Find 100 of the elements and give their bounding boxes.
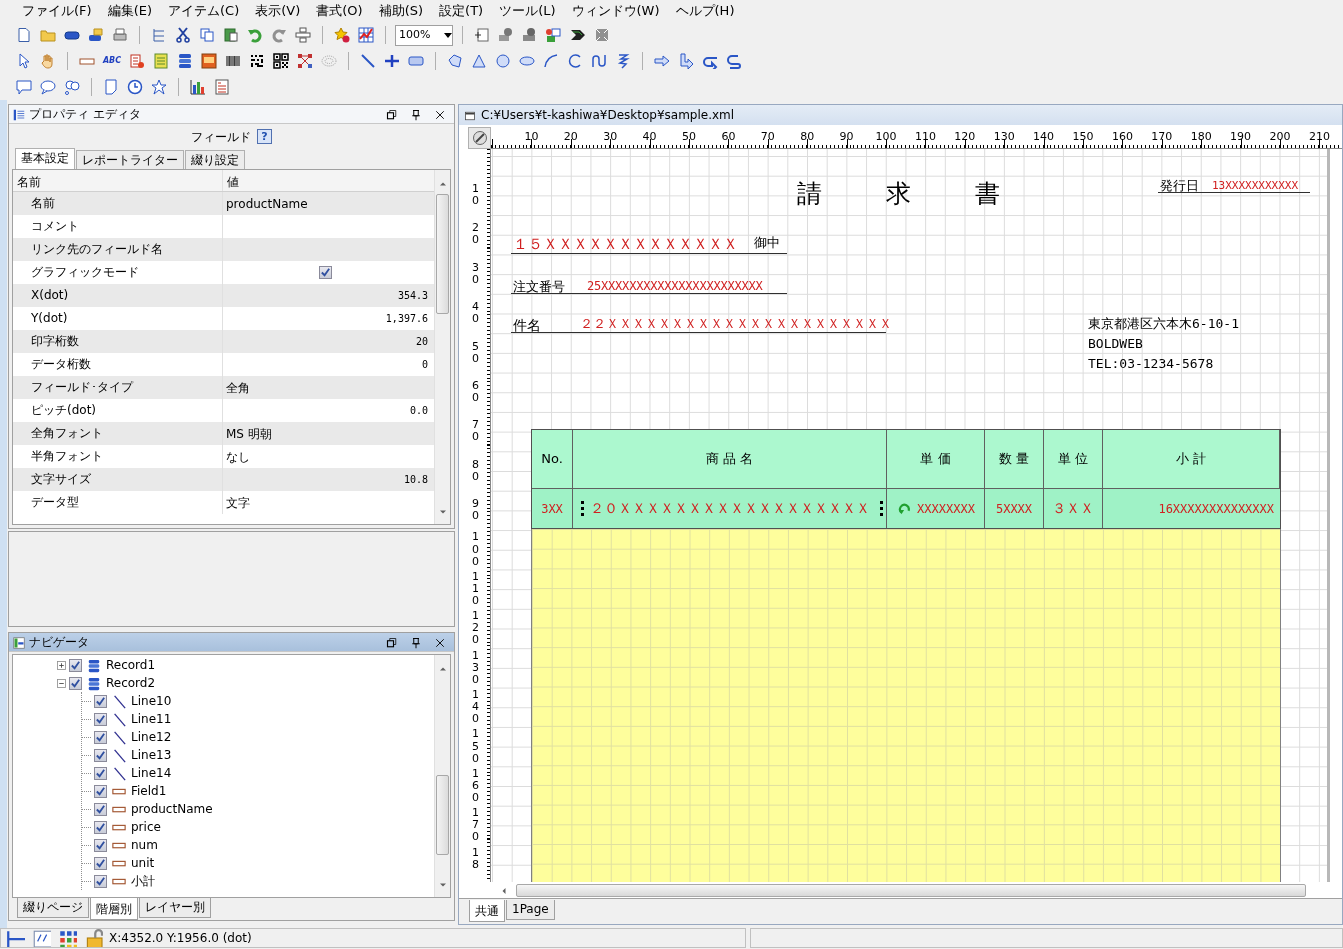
ruler-label: 60 <box>720 129 737 145</box>
checkbox[interactable] <box>69 658 82 672</box>
tree-item[interactable]: Line12 <box>131 728 172 746</box>
tree-item[interactable]: 小計 <box>131 872 155 890</box>
ruler-label: 90 <box>838 129 855 145</box>
tree-item[interactable]: num <box>131 836 158 854</box>
ruler-label: 110 <box>471 570 480 608</box>
menu-item[interactable]: ファイル(F) <box>14 1 100 21</box>
tab[interactable]: 綴り設定 <box>185 150 245 169</box>
copy-icon[interactable] <box>197 25 217 45</box>
bar-chart-icon[interactable] <box>188 77 208 97</box>
tree-item[interactable]: Line14 <box>131 764 172 782</box>
star-icon[interactable] <box>149 77 169 97</box>
tab[interactable]: 綴りページ <box>17 898 89 918</box>
checkbox[interactable] <box>94 838 107 852</box>
zoom-dropdown[interactable]: 100% <box>395 24 453 46</box>
cell-value: XXXXXXXX <box>917 500 975 518</box>
checkbox[interactable] <box>94 694 107 708</box>
speech-bubble-icon[interactable] <box>38 77 58 97</box>
speech-bubble-icon[interactable] <box>14 77 34 97</box>
checkbox[interactable] <box>94 748 107 762</box>
scrollbar-thumb[interactable] <box>516 883 1306 897</box>
tree-item[interactable]: Line10 <box>131 692 172 710</box>
placeholder-field: 13XXXXXXXXXXX <box>1212 178 1299 195</box>
tab[interactable]: 1Page <box>506 900 555 920</box>
ruler-label: 140 <box>471 689 480 726</box>
menu-item[interactable]: 編集(E) <box>99 1 160 21</box>
thought-bubble-icon[interactable] <box>62 77 82 97</box>
circle-icon[interactable] <box>493 51 513 71</box>
ruler-icon[interactable] <box>5 928 25 948</box>
checkbox[interactable] <box>94 856 107 870</box>
qr-code-icon[interactable] <box>271 51 291 71</box>
page-count-icon[interactable] <box>31 928 51 948</box>
network-icon[interactable] <box>295 51 315 71</box>
menu-item[interactable]: アイテム(C) <box>160 1 248 21</box>
checkbox[interactable] <box>94 874 107 888</box>
stack-icon[interactable] <box>293 25 313 45</box>
menu-item[interactable]: ウィンドウ(W) <box>563 1 668 21</box>
tab[interactable]: レポートライター <box>76 150 184 169</box>
checkbox[interactable] <box>94 730 107 744</box>
menu-item[interactable]: 表示(V) <box>247 1 309 21</box>
ruler-label: 40 <box>471 301 480 326</box>
ruler-label: 170 <box>471 807 480 844</box>
frame-icon[interactable] <box>472 25 492 45</box>
clock-icon[interactable] <box>125 77 145 97</box>
checkbox[interactable] <box>319 266 332 279</box>
color-palette-icon[interactable] <box>57 928 77 948</box>
property-value: なし <box>226 448 250 466</box>
property-value: 1,397.6 <box>385 312 428 326</box>
colored-shapes-icon[interactable] <box>544 25 564 45</box>
tab[interactable]: 共通 <box>469 900 505 922</box>
tree-item[interactable]: price <box>131 818 161 836</box>
menu-item[interactable]: ツール(L) <box>491 1 564 21</box>
picture-icon[interactable] <box>199 51 219 71</box>
menu-item[interactable]: 補助(S) <box>370 1 432 21</box>
help-button[interactable]: ? <box>257 129 272 144</box>
scrollbar-thumb[interactable] <box>436 194 449 314</box>
tab[interactable]: レイヤー別 <box>139 898 211 918</box>
vertical-scrollbar[interactable] <box>434 655 450 897</box>
text-document-icon[interactable] <box>212 77 232 97</box>
checkbox[interactable] <box>69 676 82 690</box>
tree-item[interactable]: Line11 <box>131 710 172 728</box>
shapes-icon[interactable] <box>332 25 352 45</box>
chart-icon[interactable] <box>356 25 376 45</box>
selection-handle[interactable] <box>581 501 584 517</box>
tree-item[interactable]: Field1 <box>131 782 167 800</box>
property-name: X(dot) <box>13 284 223 307</box>
cut-icon[interactable] <box>173 25 193 45</box>
tab[interactable]: 階層別 <box>90 898 138 920</box>
menu-item[interactable]: 設定(T) <box>431 1 492 21</box>
column-header: 値 <box>226 174 240 191</box>
ruler-label: 30 <box>602 129 619 145</box>
selection-handle[interactable] <box>880 501 883 517</box>
placeholder-field: 25XXXXXXXXXXXXXXXXXXXXXXX <box>587 277 763 295</box>
tree-item[interactable]: Record2 <box>106 674 156 692</box>
cursor-coordinates: X:4352.0 Y:1956.0 (dot) <box>109 930 252 947</box>
tree-item[interactable]: Record1 <box>106 656 156 674</box>
ruler-label: 190 <box>1229 129 1253 145</box>
checkbox[interactable] <box>94 766 107 780</box>
tab[interactable]: 基本設定 <box>15 148 75 169</box>
ruler-label: 70 <box>759 129 776 145</box>
paste-icon[interactable] <box>221 25 241 45</box>
checkbox[interactable] <box>94 802 107 816</box>
address-line: TEL:03-1234-5678 <box>1088 355 1214 373</box>
checkbox[interactable] <box>94 712 107 726</box>
vertical-scrollbar[interactable] <box>434 170 450 524</box>
ruler-corner-button[interactable] <box>468 127 491 149</box>
checkbox[interactable] <box>94 784 107 798</box>
tree-item[interactable]: productName <box>131 800 213 818</box>
tree-item[interactable]: Line13 <box>131 746 172 764</box>
tree-item[interactable]: unit <box>131 854 155 872</box>
property-value: 0.0 <box>409 404 428 418</box>
ruler-label: 100 <box>874 129 898 145</box>
menu-item[interactable]: ヘルプ(H) <box>667 1 743 21</box>
list-icon[interactable] <box>127 51 147 71</box>
ruler-label: 200 <box>1268 129 1292 145</box>
text-tool[interactable]: ABC <box>101 51 123 71</box>
scrollbar-thumb[interactable] <box>436 775 449 855</box>
menu-item[interactable]: 書式(O) <box>308 1 371 21</box>
checkbox[interactable] <box>94 820 107 834</box>
